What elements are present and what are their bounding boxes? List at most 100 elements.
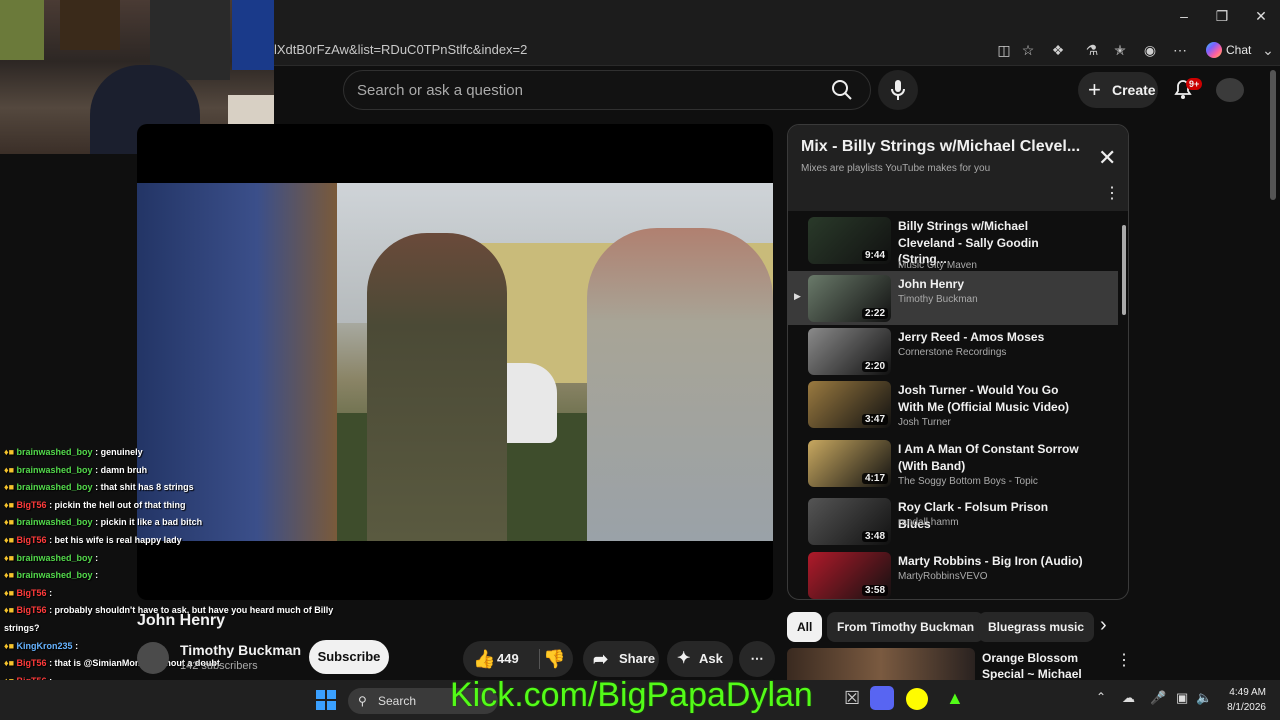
more-menu-icon[interactable]: ⋯	[1170, 40, 1190, 60]
more-horizontal-icon: ⋯	[750, 651, 764, 666]
thumbs-up-icon[interactable]: 👍	[473, 641, 495, 677]
playlist-item-channel[interactable]: The Soggy Bottom Boys - Topic	[898, 476, 1038, 487]
split-screen-icon[interactable]: ◫	[994, 40, 1014, 60]
chat-username[interactable]: BigT56	[17, 500, 47, 510]
playlist-item[interactable]: 2:20 Jerry Reed - Amos Moses Cornerstone R…	[788, 324, 1118, 378]
app-icon[interactable]: ▲	[946, 688, 964, 709]
chevron-right-icon[interactable]: ›	[1100, 614, 1107, 637]
chat-username[interactable]: BigT56	[17, 658, 47, 668]
flag-image	[232, 0, 274, 70]
playlist-item[interactable]: 9:44 Billy Strings w/Michael Cleveland - …	[788, 213, 1118, 271]
cloud-icon[interactable]: ☁	[1122, 690, 1135, 706]
chat-username[interactable]: KingKron235	[17, 641, 73, 651]
chat-username[interactable]: brainwashed_boy	[17, 482, 93, 492]
filter-chip[interactable]: From Timothy Buckman	[827, 612, 985, 642]
more-vertical-icon[interactable]: ⋮	[1104, 183, 1120, 203]
discord-icon[interactable]	[870, 686, 894, 710]
playlist-item-channel[interactable]: Music City Maven	[898, 260, 977, 271]
filter-chip[interactable]: Bluegrass music	[978, 612, 1095, 642]
playlist-thumbnail[interactable]: 4:17	[808, 440, 891, 487]
playlist-item[interactable]: 3:47 Josh Turner - Would You Go With Me (…	[788, 377, 1118, 431]
filter-chip[interactable]: All	[787, 612, 823, 642]
playlist-item[interactable]: 4:17 I Am A Man Of Constant Sorrow (With …	[788, 436, 1118, 490]
playlist-item-channel[interactable]: Josh Turner	[898, 417, 951, 428]
chat-username[interactable]: brainwashed_boy	[17, 447, 93, 457]
share-icon: ➦	[593, 649, 609, 669]
address-bar[interactable]: lXdtB0rFzAw&list=RDuC0TPnStlfc&index=2 ◫…	[274, 34, 1280, 66]
account-avatar[interactable]	[1216, 78, 1244, 102]
playlist-thumbnail[interactable]: 2:20	[808, 328, 891, 375]
chat-username[interactable]: brainwashed_boy	[17, 465, 93, 475]
thumbs-down-icon[interactable]: 👎	[543, 641, 565, 677]
playlist-item[interactable]: 3:48 Roy Clark - Folsum Prison Blues randa…	[788, 494, 1118, 548]
search-box[interactable]: Search or ask a question	[343, 70, 871, 110]
playlist-thumbnail[interactable]: 3:48	[808, 498, 891, 545]
chevron-down-icon[interactable]: ⌄	[1258, 40, 1278, 60]
chat-badge-icon: ♦■	[4, 464, 17, 475]
favorites-icon[interactable]: ✭	[1110, 40, 1130, 60]
page-scrollbar[interactable]	[1268, 70, 1278, 676]
like-count[interactable]: 449	[497, 641, 519, 677]
minimize-icon[interactable]: –	[1174, 8, 1194, 24]
search-input[interactable]: Search or ask a question	[357, 82, 523, 99]
chevron-up-icon[interactable]: ⌃	[1096, 690, 1106, 704]
create-button[interactable]: + Create	[1078, 72, 1158, 108]
maximize-icon[interactable]: ❐	[1212, 8, 1232, 25]
ask-button[interactable]: ✦ Ask	[667, 641, 733, 677]
playlist-item-channel[interactable]: MartyRobbinsVEVO	[898, 571, 987, 582]
search-icon[interactable]	[830, 78, 854, 102]
favorite-star-icon[interactable]: ☆	[1018, 40, 1038, 60]
copilot-icon	[1206, 42, 1222, 58]
scrollbar-thumb[interactable]	[1270, 70, 1276, 200]
clock-date[interactable]: 8/1/2026	[1222, 702, 1266, 713]
playlist-item-title[interactable]: Marty Robbins - Big Iron (Audio)	[898, 553, 1083, 570]
chat-username[interactable]: BigT56	[17, 588, 47, 598]
voice-search-button[interactable]	[878, 70, 918, 110]
playlist-item-title[interactable]: I Am A Man Of Constant Sorrow (With Band…	[898, 441, 1083, 474]
share-button[interactable]: ➦ Share	[583, 641, 659, 677]
playlist-item-title[interactable]: John Henry	[898, 276, 1083, 293]
playlist-item-channel[interactable]: Timothy Buckman	[898, 294, 978, 305]
playlist-thumbnail[interactable]: 2:22	[808, 275, 891, 322]
chat-username[interactable]: BigT56	[17, 535, 47, 545]
playlist-item-title[interactable]: Jerry Reed - Amos Moses	[898, 329, 1083, 346]
close-icon[interactable]: ✕	[1251, 8, 1271, 25]
channel-avatar[interactable]	[137, 642, 169, 674]
extensions-icon[interactable]: ❖	[1048, 40, 1068, 60]
playlist-thumbnail[interactable]: 3:47	[808, 381, 891, 428]
more-vertical-icon[interactable]: ⋮	[1116, 650, 1132, 670]
chat-username[interactable]: BigT56	[17, 605, 47, 615]
playlist-thumbnail[interactable]: 3:58	[808, 552, 891, 599]
chat-text: : that shit has 8 strings	[95, 482, 194, 493]
profile-icon[interactable]: ◉	[1140, 40, 1160, 60]
network-icon[interactable]: ▣	[1176, 690, 1188, 706]
volume-icon[interactable]: 🔈	[1196, 690, 1212, 706]
chat-username[interactable]: brainwashed_boy	[17, 517, 93, 527]
chat-username[interactable]: brainwashed_boy	[17, 553, 93, 563]
scrollbar-thumb[interactable]	[1122, 225, 1126, 315]
subscribe-button[interactable]: Subscribe	[309, 640, 389, 674]
playlist-title[interactable]: Mix - Billy Strings w/Michael Clevel...	[801, 138, 1081, 156]
playlist-thumbnail[interactable]: 9:44	[808, 217, 891, 264]
xbox-icon[interactable]: ☒	[844, 688, 860, 709]
notification-badge: 9+	[1186, 78, 1203, 90]
chat-message: ♦■ BigT56 :	[0, 585, 380, 603]
more-actions-button[interactable]: ⋯	[739, 641, 775, 677]
close-icon[interactable]: ✕	[1098, 145, 1116, 171]
search-icon: ⚲	[358, 694, 367, 708]
microphone-icon[interactable]: 🎤	[1150, 690, 1166, 706]
snapchat-icon[interactable]	[906, 688, 928, 710]
windows-start-icon[interactable]	[316, 690, 336, 710]
clock-time[interactable]: 4:49 AM	[1226, 687, 1266, 698]
playlist-item-title[interactable]: Josh Turner - Would You Go With Me (Offi…	[898, 382, 1083, 415]
channel-name[interactable]: Timothy Buckman	[180, 642, 301, 658]
playlist-scrollbar[interactable]	[1121, 217, 1126, 597]
playlist-item[interactable]: 3:58 Marty Robbins - Big Iron (Audio) Mart…	[788, 548, 1118, 599]
url-text[interactable]: lXdtB0rFzAw&list=RDuC0TPnStlfc&index=2	[274, 42, 527, 57]
chat-username[interactable]: brainwashed_boy	[17, 570, 93, 580]
sparkle-icon: ✦	[677, 650, 691, 667]
playlist-item-channel[interactable]: randall hamm	[898, 517, 959, 528]
browser-essentials-icon[interactable]: ⚗	[1082, 40, 1102, 60]
playlist-item-channel[interactable]: Cornerstone Recordings	[898, 347, 1006, 358]
playlist-item[interactable]: ▶ 2:22 John Henry Timothy Buckman	[788, 271, 1118, 325]
